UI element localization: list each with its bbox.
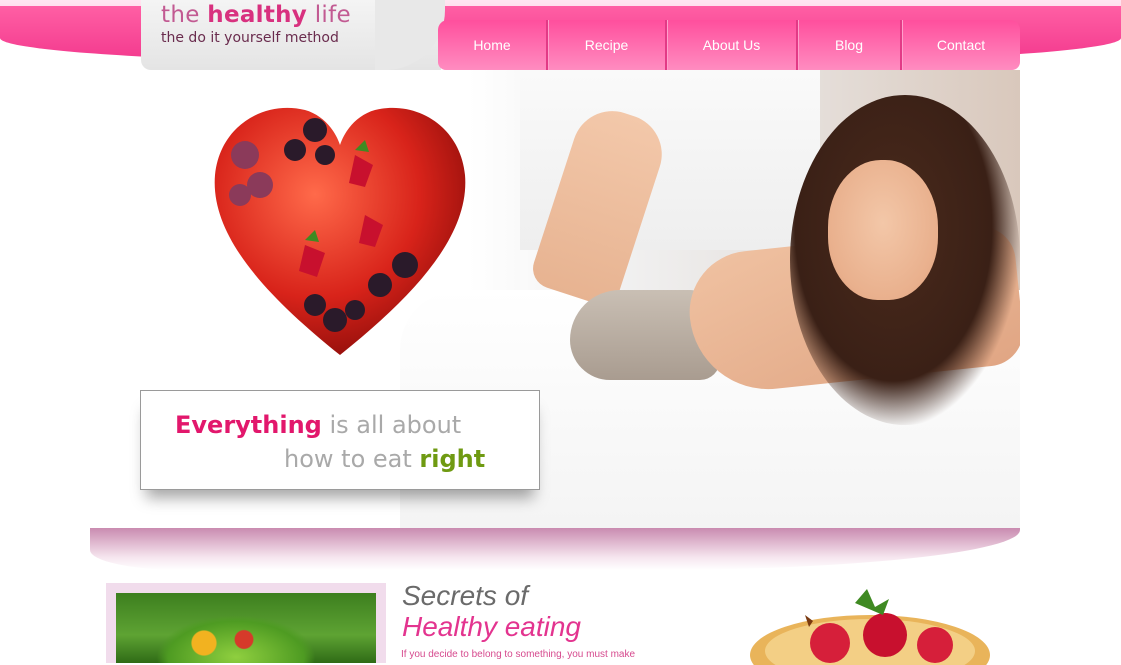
tagline-box: Everything is all about how to eat right — [140, 390, 540, 490]
fruit-heart-image — [214, 107, 466, 355]
site-logo-title[interactable]: the healthy life — [161, 2, 351, 28]
hero-woman-face — [828, 160, 938, 300]
section-heading-line-1: Secrets of — [402, 580, 529, 611]
nav-item-blog[interactable]: Blog — [798, 20, 902, 70]
tagline-line-2: how to eat right — [284, 445, 486, 473]
hero-shadow-curve — [90, 528, 1020, 570]
nav-item-home[interactable]: Home — [438, 20, 548, 70]
hero-banner: Everything is all about how to eat right — [100, 70, 1020, 530]
nav-item-about-us[interactable]: About Us — [667, 20, 798, 70]
main-navigation: Home Recipe About Us Blog Contact — [438, 20, 1020, 70]
nav-item-recipe[interactable]: Recipe — [548, 20, 667, 70]
section-paragraph: If you decide to belong to something, yo… — [401, 649, 636, 660]
site-logo-subtitle: the do it yourself method — [161, 30, 339, 46]
berry-tart-image — [750, 589, 990, 665]
salad-thumbnail-image[interactable] — [116, 593, 376, 663]
section-heading-line-2: Healthy eating — [402, 611, 582, 642]
tagline-line-1: Everything is all about — [175, 411, 462, 439]
nav-item-contact[interactable]: Contact — [902, 20, 1020, 70]
